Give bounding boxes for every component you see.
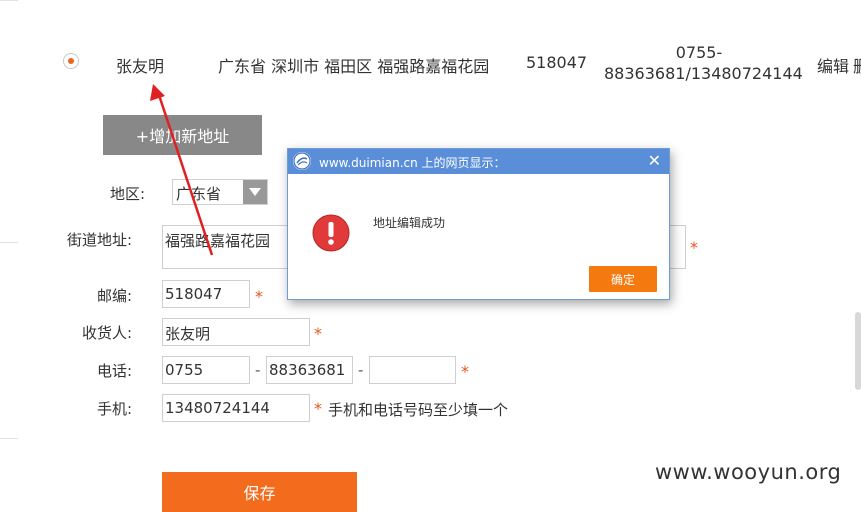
warning-icon <box>312 214 350 252</box>
browser-logo-icon <box>293 152 311 170</box>
alert-dialog: www.duimian.cn 上的网页显示： ✕ 地址编辑成功 确定 <box>287 148 670 300</box>
ok-button[interactable]: 确定 <box>589 266 657 292</box>
dialog-message: 地址编辑成功 <box>373 216 446 230</box>
close-icon[interactable]: ✕ <box>648 151 661 170</box>
dialog-title: www.duimian.cn 上的网页显示： <box>319 156 506 170</box>
annotation-arrow-line <box>156 91 214 256</box>
annotation-arrow-head <box>150 84 165 101</box>
dialog-titlebar: www.duimian.cn 上的网页显示： ✕ <box>288 149 669 174</box>
